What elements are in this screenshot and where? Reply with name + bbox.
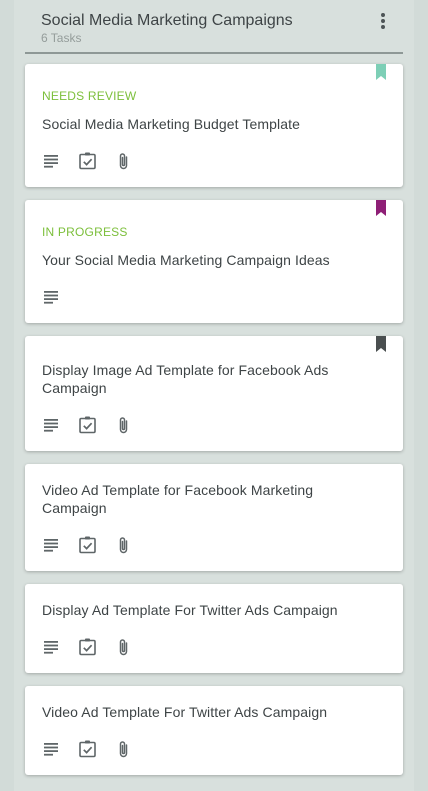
- checklist-icon: [78, 415, 98, 435]
- adjacent-column-right: [414, 0, 428, 791]
- description-icon: [42, 151, 62, 171]
- more-vert-icon[interactable]: [377, 12, 389, 32]
- task-card[interactable]: IN PROGRESS Your Social Media Marketing …: [25, 200, 403, 323]
- attachment-icon: [114, 739, 134, 759]
- card-title: Video Ad Template For Twitter Ads Campai…: [42, 704, 328, 720]
- bookmark-icon: [376, 200, 386, 216]
- task-count: 6 Tasks: [41, 31, 82, 45]
- description-icon: [42, 637, 62, 657]
- status-label: NEEDS REVIEW: [42, 89, 137, 103]
- description-icon: [42, 287, 62, 307]
- checklist-icon: [78, 151, 98, 171]
- bookmark-icon: [376, 336, 386, 352]
- task-card[interactable]: Video Ad Template for Facebook Marketing…: [25, 464, 403, 571]
- column-title[interactable]: Social Media Marketing Campaigns: [41, 12, 293, 30]
- attachment-icon: [114, 151, 134, 171]
- column-header: Social Media Marketing Campaigns 6 Tasks: [25, 0, 403, 54]
- card-title: Display Image Ad Template for Facebook A…: [42, 362, 329, 396]
- task-column: Social Media Marketing Campaigns 6 Tasks…: [25, 0, 403, 775]
- task-card[interactable]: NEEDS REVIEW Social Media Marketing Budg…: [25, 64, 403, 187]
- card-icons: [42, 637, 152, 657]
- task-card[interactable]: Display Image Ad Template for Facebook A…: [25, 336, 403, 451]
- checklist-icon: [78, 535, 98, 555]
- card-title: Your Social Media Marketing Campaign Ide…: [42, 252, 330, 268]
- bookmark-shape: [376, 336, 386, 352]
- attachment-icon: [114, 637, 134, 657]
- status-label: IN PROGRESS: [42, 225, 128, 239]
- checklist-icon: [78, 739, 98, 759]
- adjacent-column-left: [0, 0, 14, 791]
- card-title: Social Media Marketing Budget Template: [42, 116, 301, 132]
- bookmark-icon: [376, 64, 386, 80]
- description-icon: [42, 535, 62, 555]
- card-title: Display Ad Template For Twitter Ads Camp…: [42, 602, 338, 618]
- card-icons: [42, 739, 152, 759]
- task-card[interactable]: Video Ad Template For Twitter Ads Campai…: [25, 686, 403, 775]
- card-icons: [42, 287, 72, 307]
- attachment-icon: [114, 535, 134, 555]
- card-icons: [42, 535, 152, 555]
- checklist-icon: [78, 637, 98, 657]
- card-icons: [42, 151, 152, 171]
- bookmark-shape: [376, 200, 386, 216]
- bookmark-shape: [376, 64, 386, 80]
- task-card[interactable]: Display Ad Template For Twitter Ads Camp…: [25, 584, 403, 673]
- card-icons: [42, 415, 152, 435]
- attachment-icon: [114, 415, 134, 435]
- description-icon: [42, 415, 62, 435]
- card-title: Video Ad Template for Facebook Marketing…: [42, 482, 314, 516]
- description-icon: [42, 739, 62, 759]
